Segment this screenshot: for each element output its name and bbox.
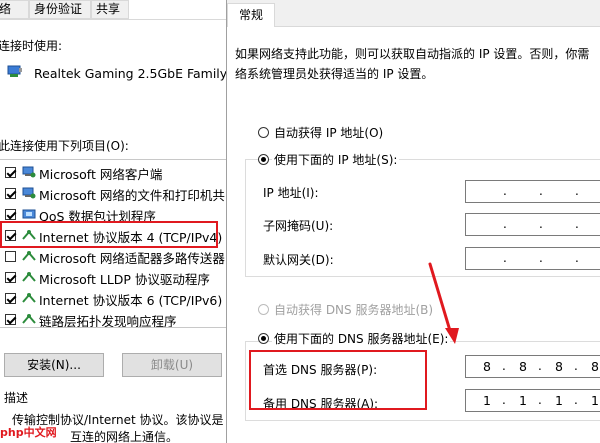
intro-text-line-1: 如果网络支持此功能，则可以获取自动指派的 IP 设置。否则，你需 xyxy=(235,47,590,61)
adapter-name: Realtek Gaming 2.5GbE Family C xyxy=(34,66,226,81)
auto-ip-radio[interactable] xyxy=(258,127,269,138)
checkbox[interactable] xyxy=(5,167,16,178)
checkbox[interactable] xyxy=(5,293,16,304)
list-item[interactable]: 链路层拓扑发现响应程序 xyxy=(0,309,226,328)
checkbox[interactable] xyxy=(5,251,16,262)
protocol-icon xyxy=(22,292,36,304)
checkbox[interactable] xyxy=(5,314,16,325)
install-button[interactable]: 安装(N)... xyxy=(4,353,104,377)
default-gateway-label: 默认网关(D): xyxy=(263,253,334,267)
dns-labels-highlight-box xyxy=(249,350,427,410)
adapter-properties-dialog: 络 身份验证 共享 连接时使用: Realtek Gaming 2.5GbE F… xyxy=(0,0,226,443)
tab-authentication[interactable]: 身份验证 xyxy=(29,0,91,19)
description-label: 描述 xyxy=(4,391,29,405)
list-item[interactable]: Microsoft 网络适配器多路传送器 xyxy=(0,246,226,267)
checkbox[interactable] xyxy=(5,272,16,283)
auto-dns-radio[interactable] xyxy=(258,304,269,315)
uninstall-button[interactable]: 卸载(U) xyxy=(122,353,222,377)
use-ip-radio[interactable] xyxy=(258,154,269,165)
network-client-icon xyxy=(22,166,36,178)
auto-ip-label[interactable]: 自动获得 IP 地址(O) xyxy=(274,124,383,141)
protocol-icon xyxy=(22,271,36,283)
item-label: Microsoft LLDP 协议驱动程序 xyxy=(39,272,210,287)
network-adapter-icon xyxy=(7,64,23,78)
items-label: 此连接使用下列项目(O): xyxy=(0,139,129,153)
ipv4-properties-dialog: 常规 如果网络支持此功能，则可以获取自动指派的 IP 设置。否则，你需 络系统管… xyxy=(226,0,600,443)
connect-using-label: 连接时使用: xyxy=(0,39,63,53)
item-label: Microsoft 网络适配器多路传送器 xyxy=(39,251,225,266)
subnet-mask-label: 子网掩码(U): xyxy=(263,219,334,233)
ipv4-highlight-box xyxy=(0,221,218,248)
protocol-icon xyxy=(22,313,36,325)
list-item[interactable]: Microsoft LLDP 协议驱动程序 xyxy=(0,267,226,288)
ip-address-label: IP 地址(I): xyxy=(263,186,319,200)
protocol-icon xyxy=(22,250,36,262)
qos-icon xyxy=(22,208,36,220)
list-item[interactable]: Internet 协议版本 6 (TCP/IPv6) xyxy=(0,288,226,309)
description-line-2: 互连的网络上通信。 xyxy=(70,430,179,443)
list-item[interactable]: Microsoft 网络的文件和打印机共 xyxy=(0,183,226,204)
watermark-logo: php中文网 xyxy=(0,426,57,439)
tab-network[interactable]: 络 xyxy=(0,0,29,19)
intro-text-line-2: 络系统管理员处获得适当的 IP 设置。 xyxy=(235,67,434,81)
default-gateway-input[interactable]: . . . xyxy=(465,247,600,270)
file-printer-share-icon xyxy=(22,187,36,199)
list-item[interactable]: Microsoft 网络客户端 xyxy=(0,162,226,183)
auto-dns-label[interactable]: 自动获得 DNS 服务器地址(B) xyxy=(274,301,433,318)
tab-divider xyxy=(0,19,226,20)
item-label: 链路层拓扑发现响应程序 xyxy=(39,314,177,328)
subnet-mask-input[interactable]: . . . xyxy=(465,213,600,236)
use-ip-label[interactable]: 使用下面的 IP 地址(S): xyxy=(272,151,400,168)
item-label: Internet 协议版本 6 (TCP/IPv6) xyxy=(39,293,223,308)
tab-general[interactable]: 常规 xyxy=(227,3,275,27)
alternate-dns-input[interactable]: 1 . 1 . 1 . 1 xyxy=(465,389,600,412)
preferred-dns-input[interactable]: 8 . 8 . 8 . 8 xyxy=(465,355,600,378)
red-arrow-icon xyxy=(428,262,459,344)
item-label: Microsoft 网络的文件和打印机共 xyxy=(39,188,225,203)
checkbox[interactable] xyxy=(5,209,16,220)
ip-address-input[interactable]: . . . xyxy=(465,180,600,203)
use-dns-radio[interactable] xyxy=(258,333,269,344)
left-tab-strip: 络 身份验证 共享 xyxy=(0,0,226,20)
item-label: Microsoft 网络客户端 xyxy=(39,167,163,182)
tab-sharing[interactable]: 共享 xyxy=(91,0,129,19)
checkbox[interactable] xyxy=(5,188,16,199)
